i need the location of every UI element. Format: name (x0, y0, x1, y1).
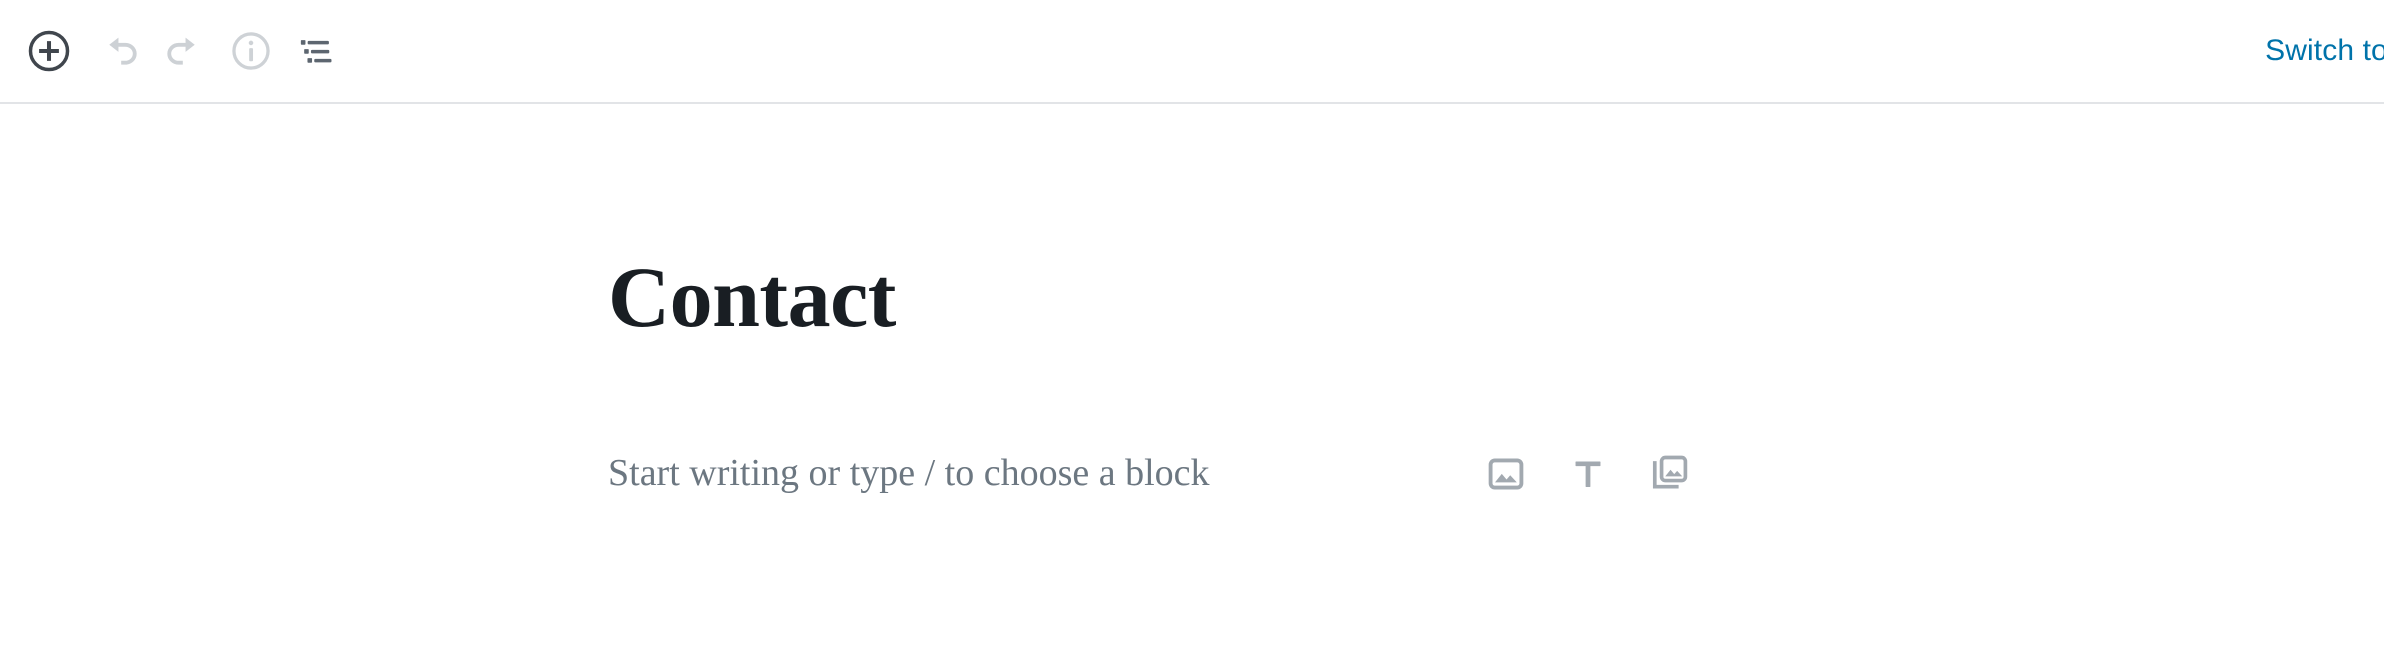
default-paragraph-block[interactable]: Start writing or type / to choose a bloc… (608, 444, 1788, 504)
list-view-button[interactable] (286, 20, 348, 82)
post-title[interactable]: Contact (608, 254, 896, 340)
gallery-icon (1648, 452, 1692, 496)
plus-circle-icon (27, 29, 71, 73)
block-shortcut-buttons (1478, 446, 1698, 502)
info-circle-icon (229, 29, 273, 73)
redo-button[interactable] (152, 20, 214, 82)
details-button[interactable] (220, 20, 282, 82)
editor-canvas: Contact Start writing or type / to choos… (0, 104, 2384, 660)
insert-gallery-block-button[interactable] (1642, 446, 1698, 502)
editor-toolbar (0, 0, 348, 102)
header-actions: Switch to D (2265, 0, 2384, 102)
paragraph-placeholder[interactable]: Start writing or type / to choose a bloc… (608, 451, 1210, 497)
insert-paragraph-block-button[interactable] (1560, 446, 1616, 502)
list-view-icon (295, 29, 339, 73)
editor-header: Switch to D (0, 0, 2384, 104)
redo-icon (161, 29, 205, 73)
insert-image-block-button[interactable] (1478, 446, 1534, 502)
undo-icon (99, 29, 143, 73)
switch-to-draft-link[interactable]: Switch to D (2265, 34, 2384, 68)
add-block-button[interactable] (18, 20, 80, 82)
text-t-icon (1566, 452, 1610, 496)
image-icon (1484, 452, 1528, 496)
undo-button[interactable] (90, 20, 152, 82)
